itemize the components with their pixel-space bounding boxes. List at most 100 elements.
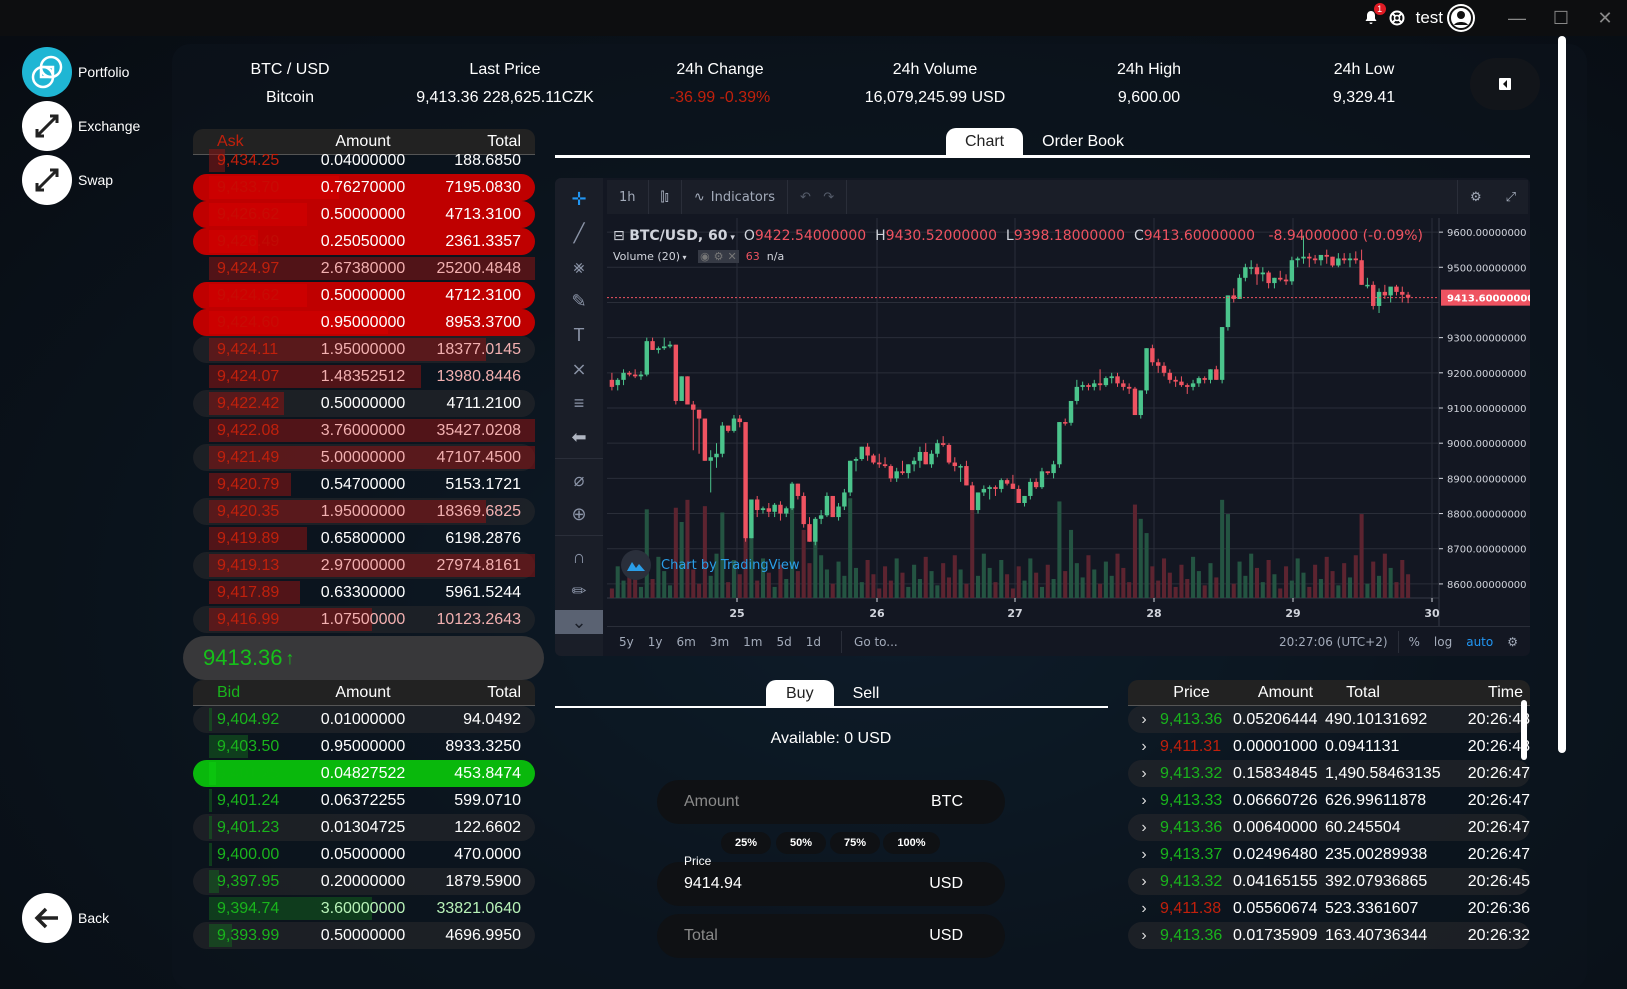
bid-row[interactable]: 9,401.25 0.04827522 453.8474: [193, 760, 535, 787]
back-button[interactable]: Back: [22, 893, 172, 943]
chevron-right-icon[interactable]: ›: [1128, 792, 1160, 810]
range-button[interactable]: 6m: [677, 635, 696, 649]
percent-toggle[interactable]: %: [1409, 635, 1420, 649]
trade-row[interactable]: › 9,413.36 0.01735909 163.40736344 20:26:32: [1128, 922, 1530, 949]
trade-row[interactable]: › 9,413.37 0.02496480 235.00289938 20:26:47: [1128, 841, 1530, 868]
range-button[interactable]: 1m: [743, 635, 762, 649]
chevron-right-icon[interactable]: ›: [1128, 738, 1160, 756]
crosshair-icon[interactable]: ✛: [555, 182, 603, 216]
percent-75-button[interactable]: 75%: [830, 832, 880, 854]
user-avatar-icon[interactable]: [1447, 4, 1475, 32]
ask-row[interactable]: 9,433.70 0.76270000 7195.0830: [193, 174, 535, 201]
redo-icon[interactable]: ↷: [823, 190, 834, 205]
symbol-dropdown-icon[interactable]: ▾: [728, 233, 735, 243]
ask-row[interactable]: 9,424.07 1.48352512 13980.8446: [193, 363, 535, 390]
fullscreen-icon[interactable]: ⤢: [1494, 180, 1528, 214]
trade-row[interactable]: › 9,413.32 0.04165155 392.07936865 20:26:45: [1128, 868, 1530, 895]
chevron-right-icon[interactable]: ›: [1128, 711, 1160, 729]
gear-icon[interactable]: ⚙: [711, 250, 726, 263]
bid-row[interactable]: 9,401.24 0.06372255 599.0710: [193, 787, 535, 814]
range-button[interactable]: 5y: [619, 635, 634, 649]
ask-row[interactable]: 9,424.11 1.95000000 18377.0145: [193, 336, 535, 363]
range-button[interactable]: 1y: [648, 635, 663, 649]
price-input[interactable]: 9414.94 USD: [657, 862, 1005, 906]
collapse-panel-button[interactable]: [1470, 58, 1540, 110]
ask-row[interactable]: 9,424.62 0.50000000 4712.3100: [193, 282, 535, 309]
ask-row[interactable]: 9,419.13 2.97000000 27974.8161: [193, 552, 535, 579]
range-button[interactable]: 1d: [806, 635, 821, 649]
arrow-left-icon[interactable]: ⬅: [555, 420, 603, 454]
range-button[interactable]: 3m: [710, 635, 729, 649]
bid-row[interactable]: 9,403.50 0.95000000 8933.3250: [193, 733, 535, 760]
chart-settings-icon[interactable]: ⚙: [1456, 180, 1494, 214]
volume-label[interactable]: Volume (20): [613, 250, 680, 263]
ruler-icon[interactable]: ⌀: [555, 463, 603, 497]
bid-row[interactable]: 9,397.95 0.20000000 1879.5900: [193, 868, 535, 895]
collapse-legend-icon[interactable]: ⊟: [613, 228, 625, 244]
tab-order-book[interactable]: Order Book: [1023, 128, 1143, 156]
close-button[interactable]: ✕: [1583, 0, 1627, 36]
trade-row[interactable]: › 9,413.32 0.15834845 1,490.58463135 20:26:4…: [1128, 760, 1530, 787]
fib-tool-icon[interactable]: ⨳: [555, 250, 603, 284]
support-lifebuoy-icon[interactable]: [1386, 7, 1408, 29]
chevron-right-icon[interactable]: ›: [1128, 927, 1160, 945]
measure-tool-icon[interactable]: ≡: [555, 386, 603, 420]
range-button[interactable]: 5d: [776, 635, 791, 649]
ask-row[interactable]: 9,420.35 1.95000000 18369.6825: [193, 498, 535, 525]
trend-line-icon[interactable]: ╱: [555, 216, 603, 250]
bid-row[interactable]: 9,393.99 0.50000000 4696.9950: [193, 922, 535, 949]
trades-scrollbar[interactable]: [1521, 700, 1527, 760]
notification-bell-icon[interactable]: 1: [1360, 3, 1386, 29]
ask-row[interactable]: 9,422.42 0.50000000 4711.2100: [193, 390, 535, 417]
ask-row[interactable]: 9,424.60 0.95000000 8953.3700: [193, 309, 535, 336]
ask-row[interactable]: 9,416.99 1.07500000 10123.2643: [193, 606, 535, 633]
trade-row[interactable]: › 9,413.33 0.06660726 626.99611878 20:26:47: [1128, 787, 1530, 814]
percent-25-button[interactable]: 25%: [721, 832, 771, 854]
indicators-button[interactable]: ∿ Indicators: [682, 180, 788, 214]
goto-button[interactable]: Go to...: [854, 635, 898, 649]
trade-row[interactable]: › 9,411.38 0.05560674 523.3361607 20:26:36: [1128, 895, 1530, 922]
chevron-right-icon[interactable]: ›: [1128, 900, 1160, 918]
ask-row[interactable]: 9,426.62 0.50000000 4713.3100: [193, 201, 535, 228]
tab-buy[interactable]: Buy: [766, 680, 834, 708]
tab-chart[interactable]: Chart: [946, 128, 1024, 156]
bid-row[interactable]: 9,404.92 0.01000000 94.0492: [193, 706, 535, 733]
interval-button[interactable]: 1h: [607, 180, 649, 214]
trade-row[interactable]: › 9,413.36 0.05206444 490.10131692 20:26:48: [1128, 706, 1530, 733]
magnet-icon[interactable]: ∩: [555, 540, 603, 574]
tradingview-chart[interactable]: ✛ ╱ ⨳ ✎ T ⨯ ≡ ⬅ ⌀ ⊕ ∩ ✏ ⌄ 1h ⫿⫾ ∿ Indicat…: [555, 178, 1530, 656]
ask-row[interactable]: 9,419.89 0.65800000 6198.2876: [193, 525, 535, 552]
log-toggle[interactable]: log: [1434, 635, 1452, 649]
ask-row[interactable]: 9,421.49 5.00000000 47107.4500: [193, 444, 535, 471]
sidebar-item-portfolio[interactable]: Portfolio: [22, 47, 172, 97]
ask-row[interactable]: 9,426.49 0.25050000 2361.3357: [193, 228, 535, 255]
undo-icon[interactable]: ↶: [800, 190, 811, 205]
tab-sell[interactable]: Sell: [834, 680, 899, 708]
ask-row[interactable]: 9,424.97 2.67380000 25200.4848: [193, 255, 535, 282]
remove-icon[interactable]: ✕: [725, 250, 739, 263]
total-input[interactable]: Total USD: [657, 914, 1005, 958]
percent-100-button[interactable]: 100%: [883, 832, 940, 854]
chevron-right-icon[interactable]: ›: [1128, 846, 1160, 864]
ask-row[interactable]: 9,417.89 0.63300000 5961.5244: [193, 579, 535, 606]
bid-row[interactable]: 9,394.74 3.60000000 33821.0640: [193, 895, 535, 922]
zoom-in-icon[interactable]: ⊕: [555, 497, 603, 531]
brush-icon[interactable]: ✎: [555, 284, 603, 318]
username[interactable]: test: [1416, 8, 1443, 28]
chevron-right-icon[interactable]: ›: [1128, 765, 1160, 783]
text-tool-icon[interactable]: T: [555, 318, 603, 352]
bid-row[interactable]: 9,400.00 0.05000000 470.0000: [193, 841, 535, 868]
eye-icon[interactable]: ◉: [698, 250, 712, 263]
pattern-tool-icon[interactable]: ⨯: [555, 352, 603, 386]
minimize-button[interactable]: —: [1495, 0, 1539, 36]
trade-row[interactable]: › 9,413.36 0.00640000 60.245504 20:26:47: [1128, 814, 1530, 841]
ask-row[interactable]: 9,420.79 0.54700000 5153.1721: [193, 471, 535, 498]
chevron-down-icon[interactable]: ⌄: [555, 610, 603, 634]
maximize-button[interactable]: ☐: [1539, 0, 1583, 36]
trade-row[interactable]: › 9,411.31 0.00001000 0.0941131 20:26:48: [1128, 733, 1530, 760]
page-scrollbar[interactable]: [1558, 36, 1566, 753]
candle-type-icon[interactable]: ⫿⫾: [649, 180, 682, 214]
lock-drawing-icon[interactable]: ✏: [555, 574, 603, 608]
chart-symbol[interactable]: BTC/USD, 60: [629, 228, 727, 244]
sidebar-item-exchange[interactable]: Exchange: [22, 101, 172, 151]
